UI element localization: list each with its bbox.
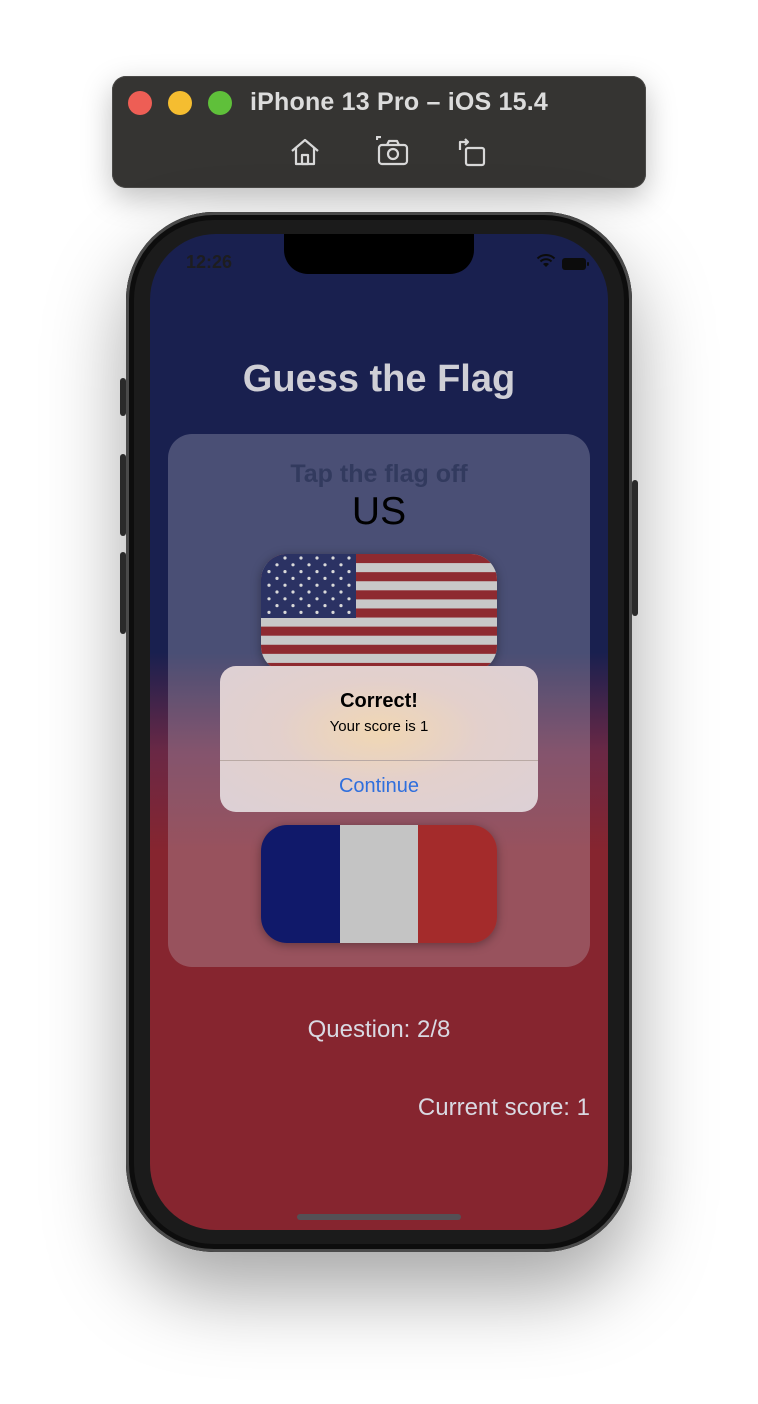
status-icons <box>536 254 589 273</box>
us-flag-star <box>299 556 303 560</box>
question-counter: Question: 2/8 <box>307 1016 451 1043</box>
us-flag-star <box>315 597 319 601</box>
phone-screen: 12:26 Guess the Flag Tap the flag off US… <box>150 234 608 1230</box>
us-flag-star <box>347 556 351 560</box>
us-flag-star <box>331 610 335 614</box>
alert-message: Your score is 1 <box>329 718 429 735</box>
simulator-title: iPhone 13 Pro – iOS 15.4 <box>250 88 548 116</box>
alert-title: Correct! <box>340 690 418 712</box>
france-flag-red-band <box>418 825 497 943</box>
us-flag-star <box>283 570 287 574</box>
us-flag-star <box>267 583 271 587</box>
us-flag-star <box>347 610 351 614</box>
us-flag-star <box>339 576 343 580</box>
rotate-icon[interactable] <box>455 136 489 168</box>
us-flag-star <box>283 597 287 601</box>
notch <box>284 234 474 274</box>
us-flag-stripe <box>261 644 497 654</box>
wifi-icon <box>536 254 556 273</box>
power-button[interactable] <box>632 480 638 616</box>
us-flag-star <box>307 563 311 567</box>
us-flag-star <box>307 604 311 608</box>
us-flag-star <box>339 590 343 594</box>
volume-down-button[interactable] <box>120 552 126 634</box>
us-flag-star <box>323 604 327 608</box>
us-flag-star <box>315 583 319 587</box>
us-flag-star <box>283 610 287 614</box>
battery-icon <box>562 257 589 270</box>
us-flag-star <box>315 610 319 614</box>
us-flag-star <box>275 590 279 594</box>
status-time: 12:26 <box>186 252 233 272</box>
us-flag-star <box>339 563 343 567</box>
prompt-label: Tap the flag off <box>290 460 468 488</box>
us-flag-star <box>331 556 335 560</box>
us-flag-star <box>275 604 279 608</box>
us-flag-star <box>315 556 319 560</box>
us-flag-star <box>331 570 335 574</box>
us-flag-star <box>347 570 351 574</box>
us-flag-star <box>347 583 351 587</box>
volume-up-button[interactable] <box>120 454 126 536</box>
us-flag-star <box>323 563 327 567</box>
page-title: Guess the Flag <box>242 358 516 400</box>
us-flag-star <box>307 576 311 580</box>
us-flag-star <box>267 610 271 614</box>
us-flag-star <box>347 597 351 601</box>
result-alert: Correct! Your score is 1 Continue <box>220 666 538 812</box>
home-indicator[interactable] <box>297 1214 461 1220</box>
us-flag-star <box>299 570 303 574</box>
country-name: US <box>351 490 407 533</box>
france-flag-blue-band <box>261 825 340 943</box>
us-flag-star <box>283 583 287 587</box>
us-flag-star <box>315 570 319 574</box>
mute-switch[interactable] <box>120 378 126 416</box>
home-icon[interactable] <box>288 136 322 168</box>
us-flag-stripe <box>261 626 497 636</box>
us-flag-star <box>291 563 295 567</box>
us-flag-star <box>291 604 295 608</box>
us-flag-star <box>275 576 279 580</box>
us-flag-star <box>283 556 287 560</box>
continue-button[interactable]: Continue <box>220 760 538 812</box>
us-flag-star <box>291 576 295 580</box>
us-flag-star <box>299 610 303 614</box>
us-flag-star <box>323 576 327 580</box>
us-flag-star <box>323 590 327 594</box>
close-window-button[interactable] <box>128 91 152 115</box>
france-flag-white-band <box>339 825 419 943</box>
us-flag-star <box>299 597 303 601</box>
us-flag-star <box>267 597 271 601</box>
us-flag-star <box>267 570 271 574</box>
us-flag-star <box>275 563 279 567</box>
us-flag-star <box>299 583 303 587</box>
us-flag-star <box>339 604 343 608</box>
screenshot-icon[interactable] <box>375 135 410 168</box>
zoom-window-button[interactable] <box>208 91 232 115</box>
us-flag-star <box>307 590 311 594</box>
united-states-flag[interactable] <box>261 554 497 672</box>
france-flag[interactable] <box>261 825 497 943</box>
us-flag-star <box>331 597 335 601</box>
us-flag-star <box>331 583 335 587</box>
minimize-window-button[interactable] <box>168 91 192 115</box>
us-flag-star <box>291 590 295 594</box>
current-score: Current score: 1 <box>417 1094 590 1121</box>
